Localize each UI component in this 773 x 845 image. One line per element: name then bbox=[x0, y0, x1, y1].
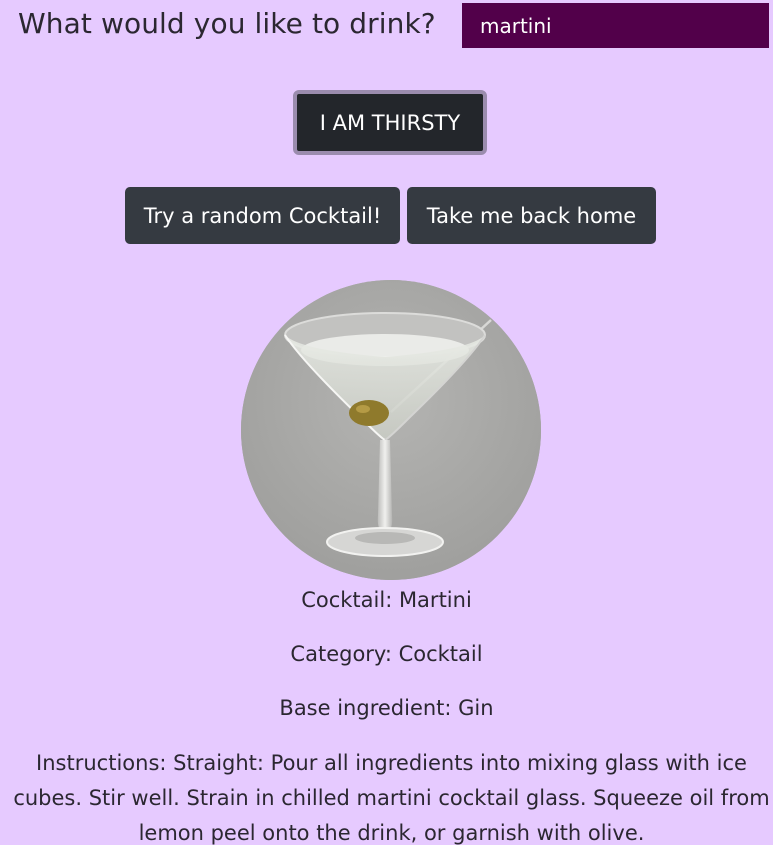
cocktail-image bbox=[241, 280, 541, 580]
random-cocktail-button[interactable]: Try a random Cocktail! bbox=[125, 187, 400, 244]
martini-glass-illustration bbox=[241, 280, 541, 580]
cocktail-category-text: Category: Cocktail bbox=[290, 642, 483, 666]
base-ingredient-text: Base ingredient: Gin bbox=[279, 696, 494, 720]
back-home-button[interactable]: Take me back home bbox=[407, 187, 656, 244]
drink-search-input[interactable] bbox=[462, 3, 769, 48]
instructions-text: Instructions: Straight: Pour all ingredi… bbox=[13, 751, 770, 845]
cocktail-name-text: Cocktail: Martini bbox=[301, 588, 472, 612]
i-am-thirsty-button[interactable]: I AM THIRSTY bbox=[293, 90, 487, 155]
page: What would you like to drink? I AM THIRS… bbox=[0, 0, 773, 845]
drink-question-label: What would you like to drink? bbox=[18, 7, 436, 40]
